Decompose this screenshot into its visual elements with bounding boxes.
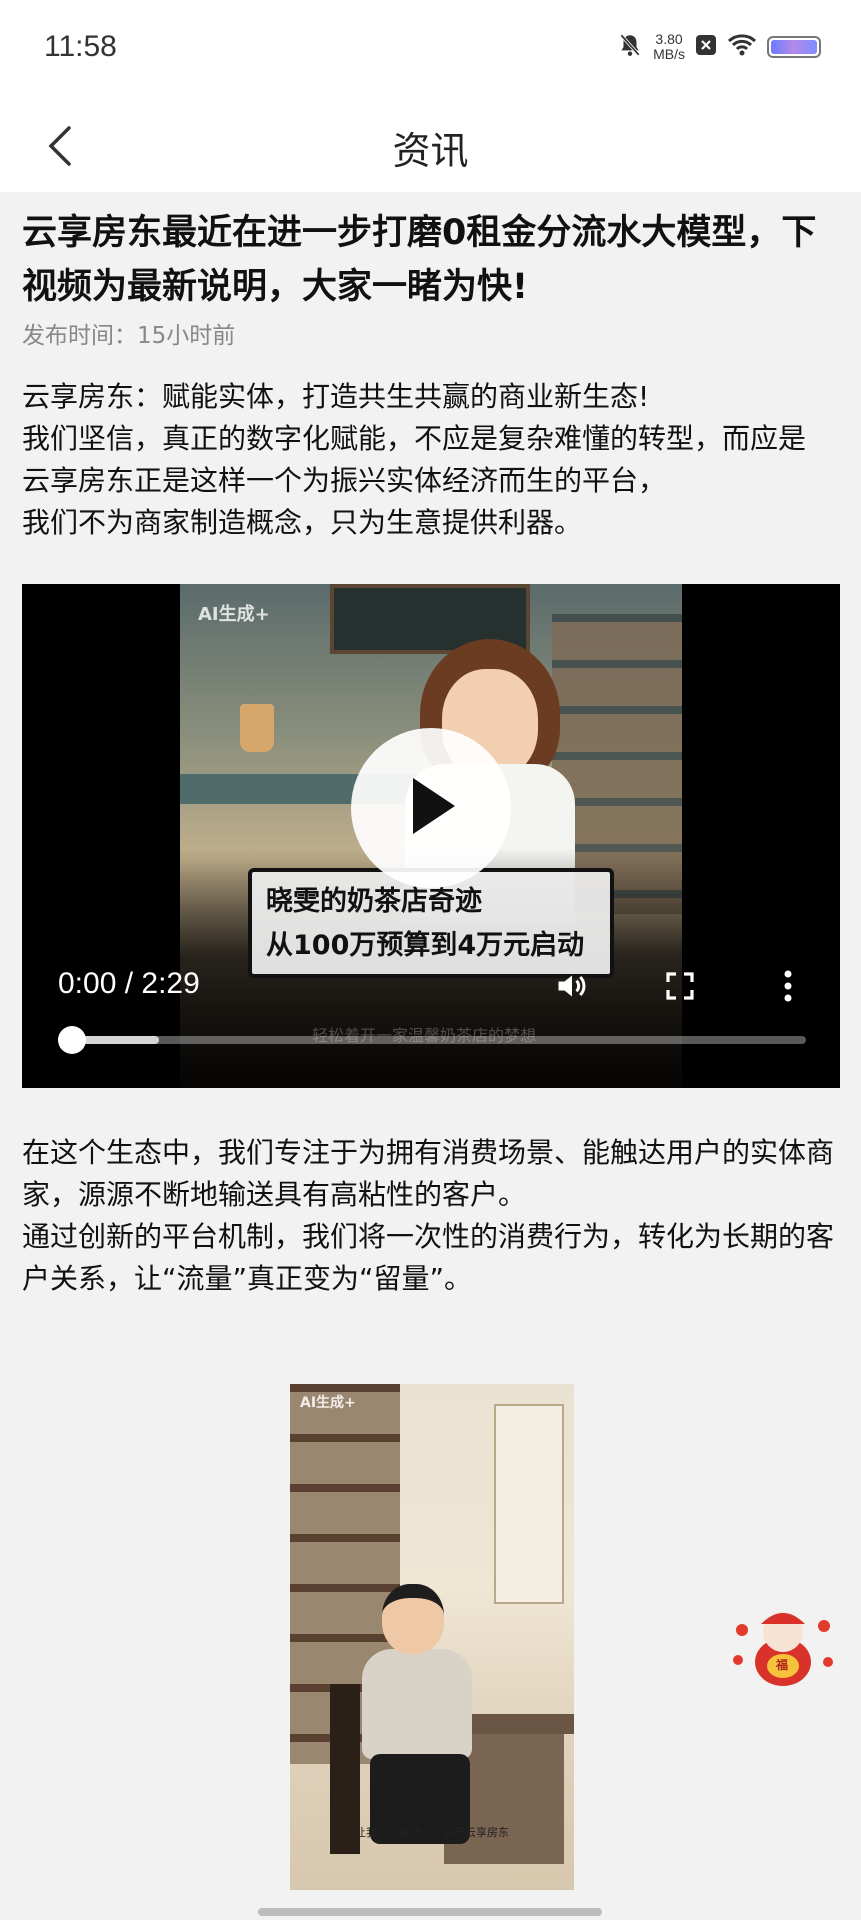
intro-line-3: 云享房东正是这样一个为振兴实体经济而生的平台， <box>22 464 667 497</box>
fullscreen-icon <box>666 972 694 1000</box>
body-paragraph-1: 在这个生态中，我们专注于为拥有消费场景、能触达用户的实体商家，源源不断地输送具有… <box>22 1136 835 1211</box>
video-time: 0:00 / 2:29 <box>58 967 200 1000</box>
volume-button[interactable] <box>550 964 594 1008</box>
article-image[interactable]: AI生成+ 让我为您讲述一个关于云享房东 <box>290 1384 574 1890</box>
image-watermark: AI生成+ <box>300 1395 356 1411</box>
battery-level <box>771 40 817 54</box>
status-time: 11:58 <box>44 30 117 63</box>
bell-muted-icon <box>617 32 643 62</box>
app-header: 资讯 <box>0 100 861 192</box>
video-progress-knob[interactable] <box>58 1026 86 1054</box>
video-caption-line-2: 从100万预算到4万元启动 <box>266 930 585 961</box>
more-vert-icon <box>784 970 792 1002</box>
wifi-icon <box>727 33 757 61</box>
play-icon <box>413 778 455 834</box>
video-progress-bar[interactable] <box>62 1036 806 1044</box>
intro-line-1: 云享房东：赋能实体，打造共生共赢的商业新生态! <box>22 380 650 413</box>
net-speed-indicator: 3.80 MB/s <box>653 32 685 62</box>
video-player[interactable]: AI生成+ 晓雯的奶茶店奇迹 从100万预算到4万元启动 轻松着开一家温馨奶茶店… <box>22 584 840 1088</box>
publish-time: 发布时间：15小时前 <box>22 323 236 349</box>
net-speed-unit: MB/s <box>653 46 685 62</box>
page-title: 资讯 <box>392 129 469 173</box>
image-caption: 让我为您讲述一个关于云享房东 <box>355 1826 509 1839</box>
intro-line-4: 我们不为商家制造概念，只为生意提供利器。 <box>22 506 583 539</box>
battery-icon <box>767 36 821 58</box>
fullscreen-button[interactable] <box>658 964 702 1008</box>
mascot-badge: 福 <box>776 1658 789 1672</box>
body-paragraph-2: 通过创新的平台机制，我们将一次性的消费行为，转化为长期的客户关系，让“流量”真正… <box>22 1220 835 1295</box>
fortune-mascot-icon[interactable]: 福 <box>728 1600 838 1690</box>
article-title: 云享房东最近在进一步打磨0租金分流水大模型，下视频为最新说明，大家一睹为快! <box>22 213 817 307</box>
net-speed-value: 3.80 <box>655 31 683 47</box>
status-icons: 3.80 MB/s <box>617 32 821 62</box>
more-options-button[interactable] <box>766 964 810 1008</box>
close-box-icon <box>695 34 717 60</box>
volume-icon <box>558 975 586 997</box>
play-button[interactable] <box>351 728 511 888</box>
home-indicator[interactable] <box>258 1908 602 1916</box>
status-bar: 11:58 3.80 MB/s <box>0 0 861 100</box>
video-watermark: AI生成+ <box>198 604 270 625</box>
intro-line-2: 我们坚信，真正的数字化赋能，不应是复杂难懂的转型，而应是 <box>22 422 807 455</box>
